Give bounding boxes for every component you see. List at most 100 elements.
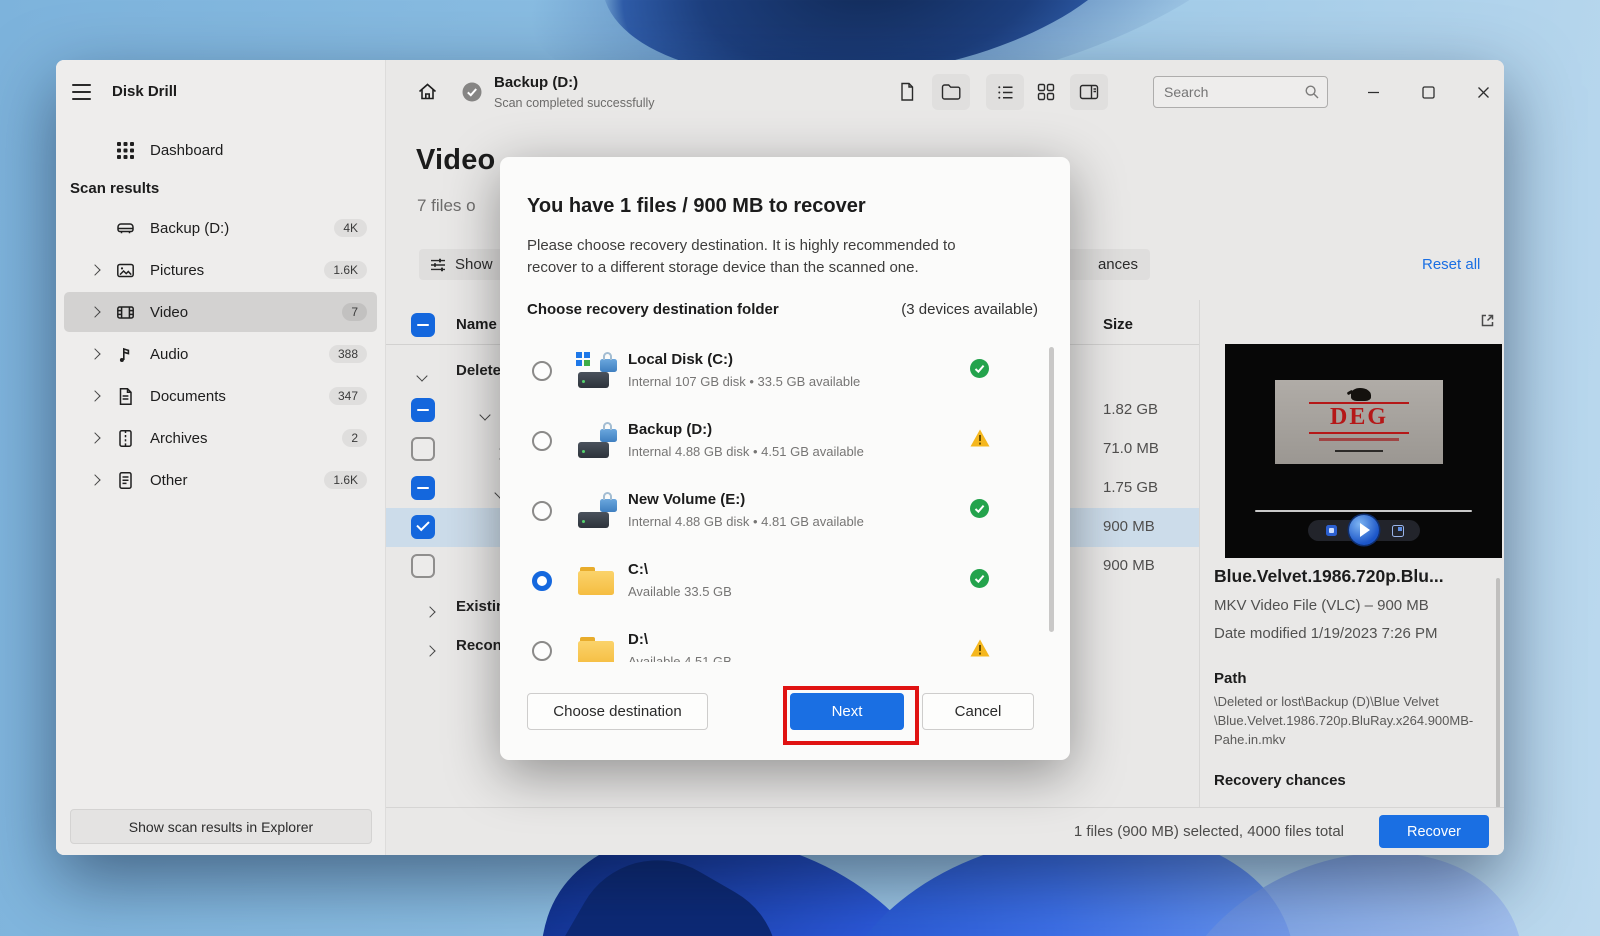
chevron-down-icon[interactable] <box>479 406 491 424</box>
name-column-header[interactable]: Name <box>456 316 497 333</box>
chevron-right-icon[interactable] <box>82 390 108 402</box>
video-icon <box>108 302 142 323</box>
close-button[interactable] <box>1468 77 1498 107</box>
chevron-right-icon[interactable] <box>424 642 436 660</box>
panel-scrollbar[interactable] <box>1496 578 1500 808</box>
sidebar-item-label: Pictures <box>150 261 205 279</box>
disk-drill-window: Disk Drill Dashboard Scan results Backup… <box>56 60 1504 855</box>
choose-destination-button[interactable]: Choose destination <box>527 693 708 730</box>
cancel-button[interactable]: Cancel <box>922 693 1034 730</box>
sidebar-item-label: Video <box>150 303 189 321</box>
sidebar: Disk Drill Dashboard Scan results Backup… <box>56 60 386 855</box>
minimize-button[interactable] <box>1358 77 1388 107</box>
destination-option-d-root[interactable]: D:\ Available 4.51 GB <box>500 617 1070 662</box>
count-badge: 1.6K <box>324 471 367 489</box>
sidebar-item-archives[interactable]: Archives 2 <box>64 418 377 458</box>
audio-icon <box>108 344 142 365</box>
chevron-right-icon[interactable] <box>82 264 108 276</box>
open-external-icon[interactable] <box>1479 312 1496 329</box>
select-all-checkbox[interactable] <box>411 313 435 337</box>
sidebar-item-label: Backup (D:) <box>150 219 230 237</box>
row-checkbox[interactable] <box>411 554 435 578</box>
reset-all-link[interactable]: Reset all <box>1422 256 1480 273</box>
dialog-scrollbar[interactable] <box>1049 347 1054 632</box>
lock-icon <box>600 422 617 442</box>
system-drive-icon <box>576 352 617 390</box>
file-name: Blue.Velvet.1986.720p.Blu... <box>1214 566 1444 586</box>
sidebar-item-documents[interactable]: Documents 347 <box>64 376 377 416</box>
chevron-down-icon[interactable] <box>416 367 428 385</box>
radio-button[interactable] <box>532 361 552 381</box>
ok-status-icon <box>970 359 989 378</box>
path-label: Path <box>1214 670 1247 687</box>
destination-option-backup-d[interactable]: Backup (D:) Internal 4.88 GB disk • 4.51… <box>500 407 1070 477</box>
chevron-right-icon[interactable] <box>424 603 436 621</box>
sidebar-item-audio[interactable]: Audio 388 <box>64 334 377 374</box>
next-button[interactable]: Next <box>790 693 904 730</box>
chevron-right-icon[interactable] <box>82 306 108 318</box>
radio-button[interactable] <box>532 431 552 451</box>
row-checkbox[interactable] <box>411 515 435 539</box>
pictures-icon <box>108 260 142 281</box>
sidebar-item-video[interactable]: Video 7 <box>64 292 377 332</box>
radio-button-selected[interactable] <box>532 571 552 591</box>
destination-option-new-volume-e[interactable]: New Volume (E:) Internal 4.88 GB disk • … <box>500 477 1070 547</box>
show-scan-results-button[interactable]: Show scan results in Explorer <box>70 809 372 844</box>
radio-button[interactable] <box>532 641 552 661</box>
app-title: Disk Drill <box>112 83 178 100</box>
list-view-button[interactable] <box>986 74 1024 110</box>
row-checkbox[interactable] <box>411 476 435 500</box>
warning-status-icon <box>970 639 990 657</box>
deg-lion-logo <box>1351 388 1371 401</box>
grid-view-button[interactable] <box>1027 74 1065 110</box>
dashboard-grid-icon <box>108 141 142 160</box>
selection-summary: 1 files (900 MB) selected, 4000 files to… <box>1073 823 1344 840</box>
count-badge: 4K <box>334 219 367 237</box>
fullscreen-button[interactable] <box>1391 524 1404 537</box>
chevron-right-icon[interactable] <box>82 348 108 360</box>
new-session-button[interactable] <box>888 74 926 110</box>
count-badge: 388 <box>328 345 367 363</box>
sidebar-item-label: Other <box>150 471 188 489</box>
recover-button[interactable]: Recover <box>1379 815 1489 848</box>
chevron-right-icon[interactable] <box>82 432 108 444</box>
page-title: Video <box>416 144 496 176</box>
file-icon <box>108 470 142 491</box>
folder-icon <box>576 562 616 600</box>
sidebar-item-backup-d[interactable]: Backup (D:) 4K <box>64 208 377 248</box>
devices-available-text: (3 devices available) <box>901 301 1038 318</box>
chevron-right-icon[interactable] <box>82 474 108 486</box>
hamburger-menu-icon[interactable] <box>70 82 94 102</box>
stop-button[interactable] <box>1325 525 1337 536</box>
row-checkbox[interactable] <box>411 437 435 461</box>
video-progress-bar[interactable] <box>1255 510 1472 512</box>
archive-icon <box>108 428 142 449</box>
destination-option-local-disk-c[interactable]: Local Disk (C:) Internal 107 GB disk • 3… <box>500 337 1070 407</box>
lock-icon <box>600 492 617 512</box>
open-folder-button[interactable] <box>932 74 970 110</box>
maximize-button[interactable] <box>1413 77 1443 107</box>
destination-option-c-root[interactable]: C:\ Available 33.5 GB <box>500 547 1070 617</box>
sidebar-item-pictures[interactable]: Pictures 1.6K <box>64 250 377 290</box>
ok-status-icon <box>970 569 989 588</box>
show-filter-button[interactable]: Show <box>419 249 507 280</box>
search-icon <box>1305 85 1319 99</box>
search-input[interactable] <box>1162 77 1296 107</box>
video-preview[interactable]: DEG <box>1225 344 1502 558</box>
radio-button[interactable] <box>532 501 552 521</box>
video-frame: DEG <box>1275 380 1443 464</box>
filter-sliders-icon <box>431 258 445 271</box>
dialog-title: You have 1 files / 900 MB to recover <box>527 195 866 217</box>
preview-panel: DEG Blue.Velvet.1986.720p.Blu... MKV Vid… <box>1199 300 1504 808</box>
sidebar-item-label: Archives <box>150 429 208 447</box>
count-badge: 1.6K <box>324 261 367 279</box>
scanned-drive-title: Backup (D:) <box>494 74 579 91</box>
sidebar-item-other[interactable]: Other 1.6K <box>64 460 377 500</box>
preview-panel-button[interactable] <box>1070 74 1108 110</box>
home-icon[interactable] <box>416 80 439 103</box>
size-column-header[interactable]: Size <box>1103 316 1133 333</box>
warning-status-icon <box>970 429 990 447</box>
play-button[interactable] <box>1348 515 1379 545</box>
row-checkbox[interactable] <box>411 398 435 422</box>
sidebar-item-dashboard[interactable]: Dashboard <box>64 130 377 170</box>
